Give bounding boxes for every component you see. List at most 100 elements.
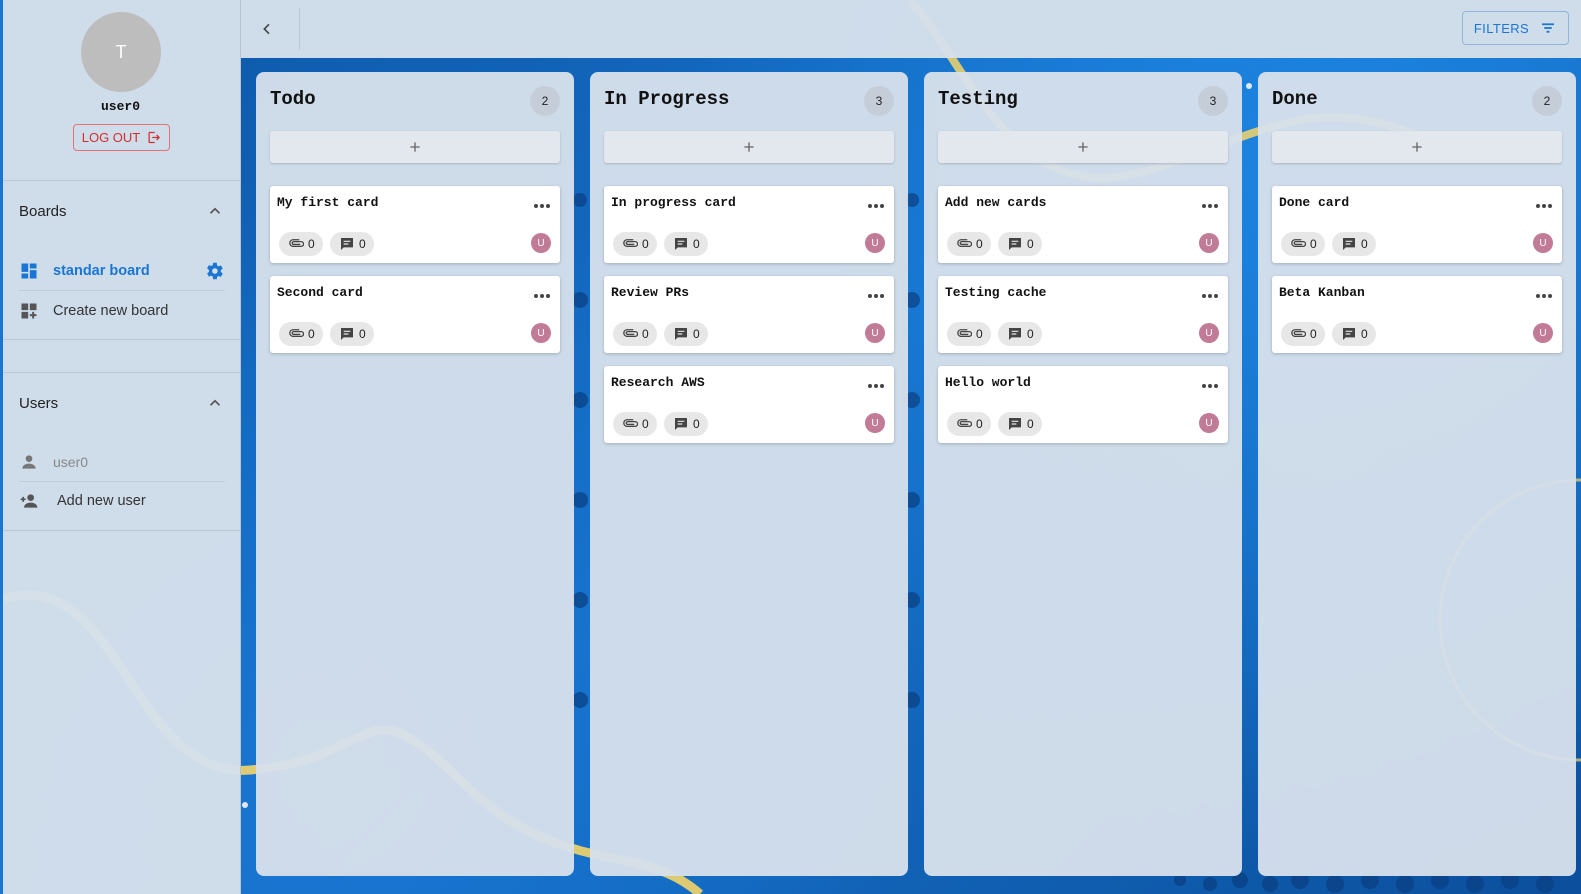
more-horizontal-icon [1202,294,1218,298]
card-menu-button[interactable] [1534,198,1554,214]
card[interactable]: Testing cache 0 0 U [938,276,1228,353]
card-menu-button[interactable] [532,198,552,214]
gear-icon[interactable] [203,260,225,282]
card-title: In progress card [611,195,736,210]
paperclip-icon [957,329,972,338]
filters-label: FILTERS [1473,20,1530,36]
paperclip-icon [957,419,972,428]
sidebar-item-label: standar board [53,262,150,279]
sidebar-item-standar-board[interactable]: standar board [19,251,225,291]
users-section-header[interactable]: Users [19,373,224,433]
add-new-user-item[interactable]: Add new user [19,481,225,521]
comments-count: 0 [1361,237,1368,251]
attachments-count: 0 [976,237,983,251]
logout-label: LOG OUT [81,130,141,145]
plus-icon [410,142,420,152]
attachments-chip: 0 [1281,322,1325,346]
comments-count: 0 [693,237,700,251]
dashboard-icon [21,263,37,278]
card[interactable]: Beta Kanban 0 0 U [1272,276,1562,353]
comment-icon [1009,418,1021,430]
topbar-divider [299,8,300,50]
comments-count: 0 [359,327,366,341]
comment-icon [1343,328,1355,340]
card[interactable]: Done card 0 0 U [1272,186,1562,263]
card[interactable]: Hello world 0 0 U [938,366,1228,443]
column-todo: Todo 2 My first card 0 0 U Second card 0… [256,72,574,876]
column-title: Todo [270,88,316,110]
attachments-count: 0 [642,417,649,431]
username: user0 [100,99,140,114]
comment-icon [341,328,353,340]
paperclip-icon [1291,329,1306,338]
sidebar-item-user0[interactable]: user0 [19,442,225,482]
more-horizontal-icon [1202,204,1218,208]
card-menu-button[interactable] [866,288,886,304]
card-assignee-avatar: U [1199,413,1219,433]
card-title: Hello world [945,375,1031,390]
attachments-count: 0 [642,327,649,341]
column-card-count: 3 [1198,86,1228,116]
person-icon [22,454,36,469]
card[interactable]: Research AWS 0 0 U [604,366,894,443]
comments-count: 0 [1027,417,1034,431]
add-card-button[interactable] [604,131,894,163]
card[interactable]: Second card 0 0 U [270,276,560,353]
create-new-board-item[interactable]: Create new board [19,291,225,331]
sidebar-item-label: Add new user [57,493,146,509]
more-horizontal-icon [534,204,550,208]
add-card-button[interactable] [938,131,1228,163]
card-menu-button[interactable] [1200,198,1220,214]
topbar: FILTERS [241,0,1581,58]
add-card-button[interactable] [270,131,560,163]
card-title: Testing cache [945,285,1047,300]
card[interactable]: Review PRs 0 0 U [604,276,894,353]
comments-count: 0 [693,327,700,341]
card-title: Second card [277,285,363,300]
filters-button[interactable]: FILTERS [1462,11,1569,45]
comments-chip: 0 [1332,232,1376,256]
sidebar: T user0 LOG OUT Boards standar board Cre… [0,0,241,894]
sidebar-item-label: user0 [53,453,89,470]
card-menu-button[interactable] [1200,288,1220,304]
column-card-count: 2 [1532,86,1562,116]
card-title: Add new cards [945,195,1047,210]
collapse-sidebar-button[interactable] [255,17,279,41]
comment-icon [341,238,353,250]
card-menu-button[interactable] [866,198,886,214]
comment-icon [1343,238,1355,250]
chevron-up-icon [209,207,221,214]
person-add-icon [20,494,38,508]
attachments-chip: 0 [947,322,991,346]
column-card-count: 2 [530,86,560,116]
card[interactable]: Add new cards 0 0 U [938,186,1228,263]
card[interactable]: In progress card 0 0 U [604,186,894,263]
card-menu-button[interactable] [866,378,886,394]
logout-button[interactable]: LOG OUT [73,124,170,151]
filter-list-icon [1542,23,1555,33]
add-card-button[interactable] [1272,131,1562,163]
chevron-up-icon [209,399,221,406]
card-menu-button[interactable] [1200,378,1220,394]
paperclip-icon [623,239,638,248]
attachments-chip: 0 [279,232,323,256]
more-horizontal-icon [1536,204,1552,208]
plus-icon [1412,142,1422,152]
attachments-chip: 0 [613,322,657,346]
card-assignee-avatar: U [865,323,885,343]
card[interactable]: My first card 0 0 U [270,186,560,263]
card-menu-button[interactable] [532,288,552,304]
comment-icon [1009,328,1021,340]
comments-chip: 0 [998,322,1042,346]
card-assignee-avatar: U [1533,323,1553,343]
boards-section-header[interactable]: Boards [19,181,224,241]
card-assignee-avatar: U [865,233,885,253]
card-menu-button[interactable] [1534,288,1554,304]
comments-chip: 0 [664,232,708,256]
paperclip-icon [957,239,972,248]
paperclip-icon [289,329,304,338]
attachments-chip: 0 [1281,232,1325,256]
paperclip-icon [623,419,638,428]
card-assignee-avatar: U [531,323,551,343]
users-section: Users user0 Add new user [3,372,240,531]
